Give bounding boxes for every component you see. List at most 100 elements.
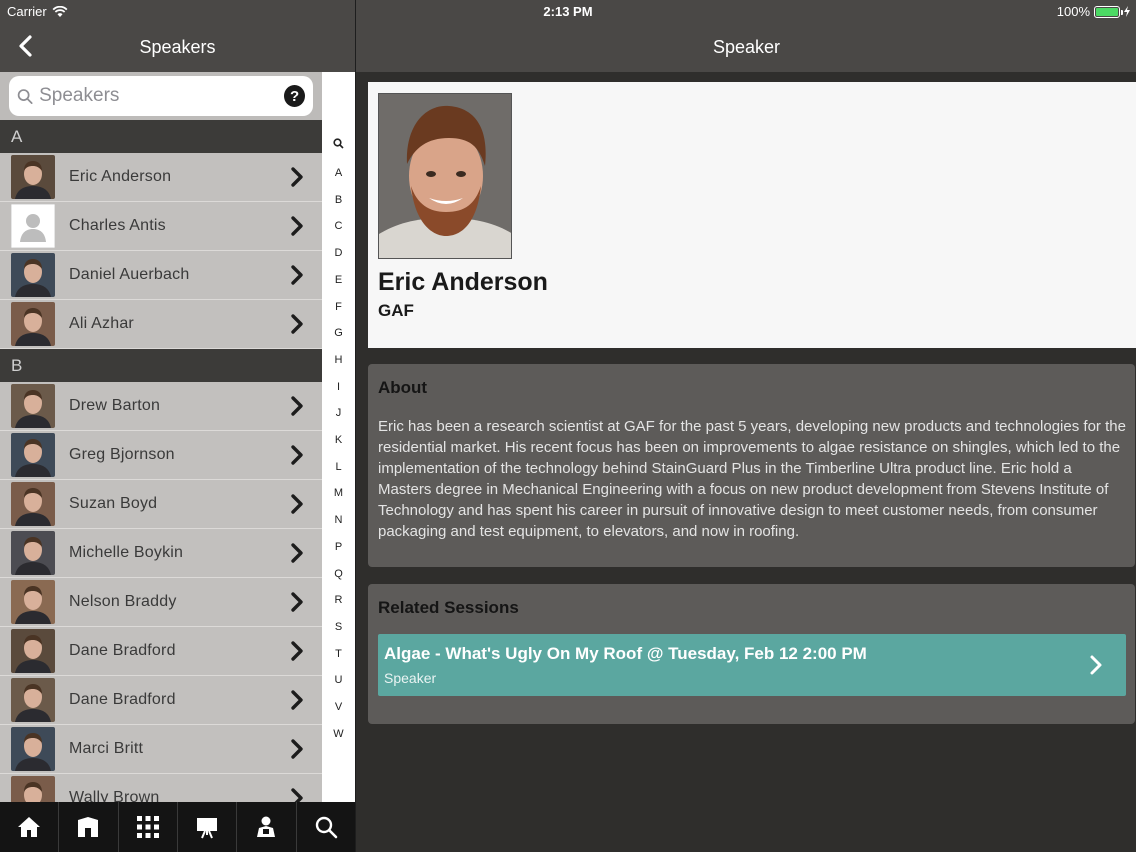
speaker-row[interactable]: Dane Bradford <box>0 627 322 676</box>
speaker-row[interactable]: Ali Azhar <box>0 300 322 349</box>
clock: 2:13 PM <box>543 4 593 19</box>
speaker-name: Greg Bjornson <box>69 446 175 463</box>
chevron-right-icon <box>291 592 303 612</box>
tab-bar <box>0 802 355 852</box>
speaker-row[interactable]: Nelson Braddy <box>0 578 322 627</box>
index-letter[interactable]: K <box>322 434 355 446</box>
index-letter[interactable]: R <box>322 594 355 606</box>
status-bar: Carrier 2:13 PM 100% <box>0 0 1136 22</box>
speaker-name: Charles Antis <box>69 217 166 234</box>
help-icon[interactable]: ? <box>284 85 305 107</box>
speaker-row[interactable]: Marci Britt <box>0 725 322 774</box>
chevron-right-icon <box>291 314 303 334</box>
avatar <box>11 302 55 346</box>
index-letter[interactable]: B <box>322 194 355 206</box>
search-bar: ? <box>0 72 322 120</box>
chevron-right-icon <box>1090 655 1102 675</box>
speaker-company: GAF <box>378 301 414 320</box>
tab-home[interactable] <box>0 802 60 852</box>
speaker-name: Marci Britt <box>69 740 144 757</box>
chevron-right-icon <box>291 265 303 285</box>
presentation-icon <box>197 818 218 839</box>
related-sessions-card: Related Sessions Algae - What's Ugly On … <box>368 584 1135 724</box>
speaker-row[interactable]: Charles Antis <box>0 202 322 251</box>
index-letter[interactable]: H <box>322 354 355 366</box>
index-letter[interactable]: I <box>322 381 355 393</box>
index-letter[interactable]: P <box>322 541 355 553</box>
index-letter[interactable]: S <box>322 621 355 633</box>
tab-speakers[interactable] <box>237 802 297 852</box>
speaker-row[interactable]: Eric Anderson <box>0 153 322 202</box>
avatar <box>11 482 55 526</box>
speakers-title: Speakers <box>139 37 216 57</box>
speaker-name: Michelle Boykin <box>69 544 184 561</box>
avatar <box>11 678 55 722</box>
tab-sessions[interactable] <box>178 802 238 852</box>
speaker-row[interactable]: Dane Bradford <box>0 676 322 725</box>
speaker-name: Nelson Braddy <box>69 593 177 610</box>
speaker-name: Eric Anderson <box>378 268 548 296</box>
index-letter[interactable]: Q <box>322 568 355 580</box>
index-letter[interactable]: F <box>322 301 355 313</box>
chevron-right-icon <box>291 641 303 661</box>
search-icon <box>315 816 338 839</box>
index-letter[interactable]: D <box>322 247 355 259</box>
speaker-name: Dane Bradford <box>69 642 176 659</box>
avatar-placeholder <box>11 204 55 248</box>
index-letter[interactable]: L <box>322 461 355 473</box>
speaker-row[interactable]: Wally Brown <box>0 774 322 802</box>
chevron-right-icon <box>291 167 303 187</box>
speaker-name: Wally Brown <box>69 789 160 802</box>
profile-card: Eric Anderson GAF <box>368 82 1136 348</box>
speaker-photo <box>378 93 512 259</box>
speaker-list: A Eric Anderson Charles Antis Daniel Auerba… <box>0 120 322 802</box>
index-letter[interactable]: J <box>322 407 355 419</box>
index-letter[interactable]: C <box>322 220 355 232</box>
search-icon <box>17 88 33 104</box>
index-letter[interactable]: G <box>322 327 355 339</box>
avatar <box>11 580 55 624</box>
search-input[interactable] <box>39 85 285 107</box>
speaker-row[interactable]: Michelle Boykin <box>0 529 322 578</box>
index-letter[interactable]: M <box>322 487 355 499</box>
avatar <box>11 776 55 802</box>
tab-grid[interactable] <box>119 802 178 852</box>
tab-exhibitors[interactable] <box>59 802 119 852</box>
speaker-detail-panel: Speaker Eric Anderson GAF About Eric has… <box>355 0 1136 852</box>
avatar <box>11 384 55 428</box>
related-sessions-heading: Related Sessions <box>378 598 519 617</box>
chevron-right-icon <box>291 445 303 465</box>
speaker-row[interactable]: Suzan Boyd <box>0 480 322 529</box>
charging-icon <box>1124 6 1130 17</box>
index-letter[interactable]: V <box>322 701 355 713</box>
battery-info: 100% <box>1057 4 1130 19</box>
speaker-title: Speaker <box>712 37 781 57</box>
index-search-icon[interactable] <box>322 138 355 152</box>
speaker-row[interactable]: Greg Bjornson <box>0 431 322 480</box>
session-title: Algae - What's Ugly On My Roof @ Tuesday… <box>384 644 867 663</box>
battery-percent: 100% <box>1056 4 1090 19</box>
index-letter[interactable]: A <box>322 167 355 179</box>
avatar <box>11 531 55 575</box>
speaker-name: Eric Anderson <box>69 168 172 185</box>
index-letter[interactable]: E <box>322 274 355 286</box>
speaker-name: Drew Barton <box>69 397 161 414</box>
home-icon <box>18 817 41 837</box>
alphabet-index[interactable]: A B C D E F G H I J K L M N P Q R S T U V W <box>322 72 355 802</box>
session-item[interactable]: Algae - What's Ugly On My Roof @ Tuesday… <box>378 634 1126 696</box>
speaker-row[interactable]: Drew Barton <box>0 382 322 431</box>
speaker-name: Daniel Auerbach <box>69 266 190 283</box>
tab-search[interactable] <box>297 802 355 852</box>
index-letter[interactable]: W <box>322 728 355 740</box>
speaker-row[interactable]: Daniel Auerbach <box>0 251 322 300</box>
about-heading: About <box>378 378 428 397</box>
index-letter[interactable]: T <box>322 648 355 660</box>
index-letter[interactable]: N <box>322 514 355 526</box>
chevron-right-icon <box>291 543 303 563</box>
chevron-right-icon <box>291 788 303 802</box>
chevron-right-icon <box>291 690 303 710</box>
speakers-panel: Speakers ? A Eric Anderson Charles Antis Da… <box>0 0 355 852</box>
chevron-right-icon <box>291 494 303 514</box>
chevron-right-icon <box>291 216 303 236</box>
index-letter[interactable]: U <box>322 674 355 686</box>
